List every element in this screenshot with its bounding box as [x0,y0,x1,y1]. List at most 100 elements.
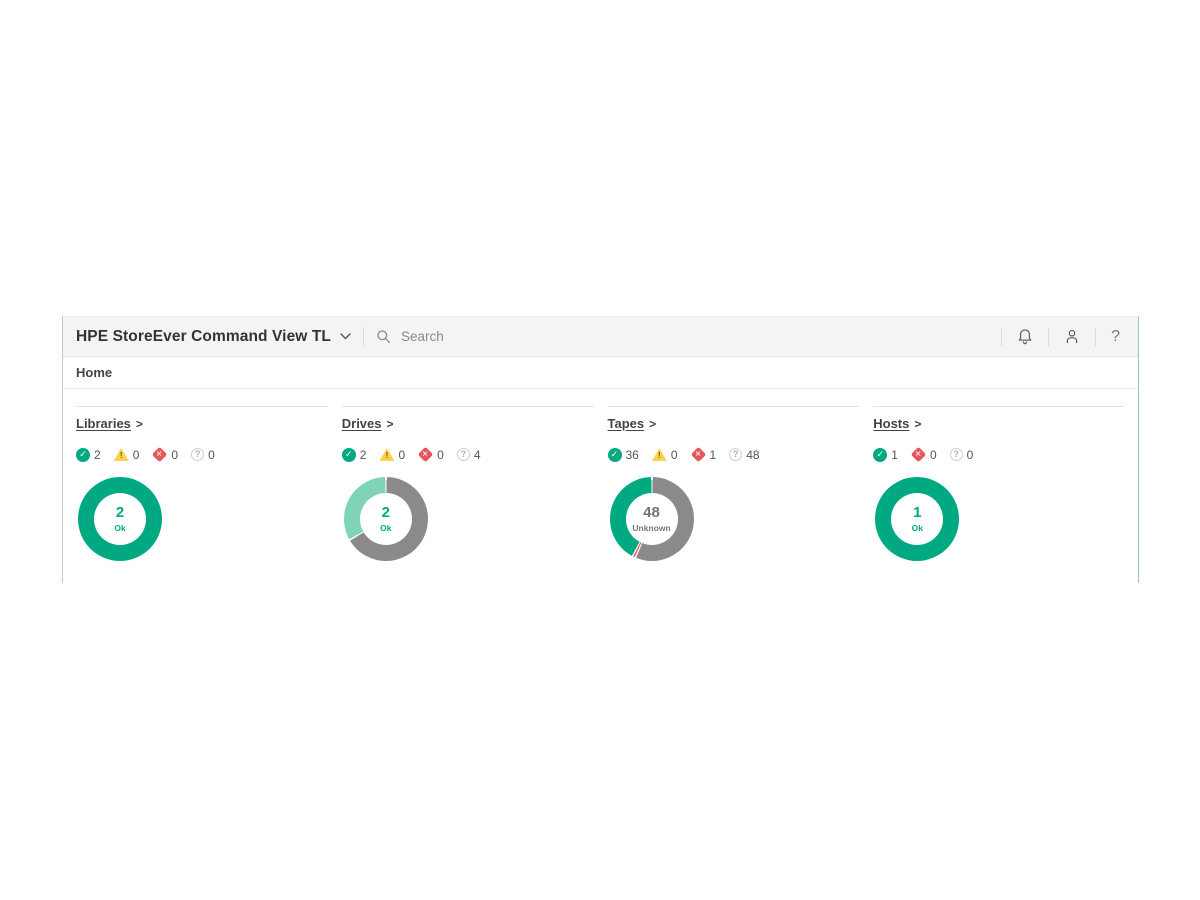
warning-status-icon: ! [113,448,129,461]
ok-status-icon: ✓ [76,447,90,462]
topbar-divider [1001,327,1003,346]
app-window: HPE StoreEver Command View TL Search ? H… [62,316,1139,583]
status-item: ✕ 0 [910,446,937,463]
help-button[interactable]: ? [1107,327,1124,347]
status-item: ? 0 [949,447,974,462]
link-chevron: > [914,416,922,431]
link-chevron: > [386,416,394,431]
status-item: ? 4 [456,447,481,462]
status-count: 2 [359,447,367,462]
status-count: 0 [437,447,444,462]
topbar-divider [1095,327,1097,346]
status-item: ! 0 [379,448,405,462]
status-count: 0 [966,447,974,462]
drives-link[interactable]: Drives > [342,416,394,431]
donut-center-value: 2 [381,504,390,522]
critical-status-icon: ✕ [690,446,706,463]
status-row: ✓ 1 ✕ 0? 0 [873,446,1125,463]
ok-status-icon: ✓ [607,447,622,462]
search-icon [376,329,391,344]
panel-tapes: Tapes > ✓ 36! 0 ✕ 1? 48 48 Unknown [607,406,860,561]
panel-title-label: Drives [341,416,382,431]
notifications-button[interactable] [1013,326,1037,347]
app-title: HPE StoreEver Command View TL [76,327,331,345]
donut-center-label: Ok [911,523,923,534]
libraries-link[interactable]: Libraries > [76,416,143,431]
donut-center-label: Ok [114,523,126,534]
status-count: 4 [473,447,481,462]
panel-divider [607,406,860,407]
tapes-link[interactable]: Tapes > [608,416,657,431]
unknown-status-icon: ? [191,448,205,461]
donut-hole: 48 Unknown [625,493,678,545]
status-item: ✕ 1 [690,446,717,463]
panel-divider [341,406,594,407]
breadcrumb-bar: Home [63,357,1138,389]
status-count: 1 [709,447,717,462]
link-chevron: > [135,416,143,431]
panel-title-label: Libraries [76,416,131,431]
unknown-status-icon: ? [456,448,470,461]
product-menu[interactable]: HPE StoreEver Command View TL [76,328,351,346]
critical-status-icon: ✕ [152,446,168,463]
status-count: 0 [208,447,215,462]
panel-title-label: Tapes [607,416,645,431]
status-item: ! 0 [113,447,140,462]
search-box [376,328,990,345]
critical-status-icon: ✕ [417,446,434,463]
status-item: ✓ 1 [873,447,898,462]
donut-center-value: 48 [643,504,660,522]
status-count: 1 [891,447,898,462]
status-count: 0 [929,447,937,462]
status-count: 0 [171,447,179,462]
status-row: ✓ 36! 0 ✕ 1? 48 [607,446,860,463]
person-icon [1064,328,1080,345]
search-input[interactable] [399,328,599,345]
status-count: 36 [625,447,639,462]
warning-status-icon: ! [379,448,395,461]
donut-center-value: 2 [115,504,125,522]
panel-divider [76,406,328,407]
tapes-donut-chart: 48 Unknown [609,477,694,561]
topbar: HPE StoreEver Command View TL Search ? [63,317,1138,357]
status-item: ✓ 2 [76,447,101,462]
user-button[interactable] [1060,326,1084,347]
bell-icon [1017,328,1033,345]
ok-status-icon: ✓ [341,447,356,462]
panel-drives: Drives > ✓ 2! 0 ✕ 0? 4 2 Ok [341,406,594,561]
status-count: 0 [132,447,140,462]
status-row: ✓ 2! 0 ✕ 0? 4 [341,446,594,463]
critical-status-icon: ✕ [910,446,927,463]
link-chevron: > [649,416,657,431]
donut-hole: 2 Ok [359,493,412,545]
warning-status-icon: ! [651,448,667,461]
breadcrumb[interactable]: Home [76,365,112,380]
status-item: ✓ 36 [607,447,639,462]
donut-center-label: Ok [380,523,392,534]
status-count: 2 [94,447,101,462]
topbar-divider [1048,327,1050,346]
panel-divider [873,406,1125,407]
status-item: ✓ 2 [341,447,367,462]
donut-center-value: 1 [913,504,922,522]
unknown-status-icon: ? [729,448,743,461]
donut-hole: 1 Ok [891,493,944,545]
chevron-down-icon [340,333,351,340]
donut-center-label: Unknown [632,523,671,534]
donut-hole: 2 Ok [94,493,146,545]
status-row: ✓ 2! 0 ✕ 0? 0 [76,446,328,463]
status-item: ✕ 0 [152,446,179,463]
panel-title-label: Hosts [873,416,910,431]
drives-donut-chart: 2 Ok [343,477,428,561]
hosts-donut-chart: 1 Ok [875,477,960,561]
panel-hosts: Hosts > ✓ 1 ✕ 0? 0 1 Ok [873,406,1125,561]
hosts-link[interactable]: Hosts > [873,416,921,431]
status-item: ? 0 [191,448,215,462]
dashboard: Libraries > ✓ 2! 0 ✕ 0? 0 2 Ok Drives > ✓ 2! 0 ✕… [63,389,1138,561]
status-count: 48 [746,447,760,462]
status-count: 0 [670,447,678,462]
panel-libraries: Libraries > ✓ 2! 0 ✕ 0? 0 2 Ok [76,406,328,561]
status-item: ✕ 0 [417,446,444,463]
status-item: ! 0 [651,447,678,462]
topbar-actions: ? [990,326,1124,347]
